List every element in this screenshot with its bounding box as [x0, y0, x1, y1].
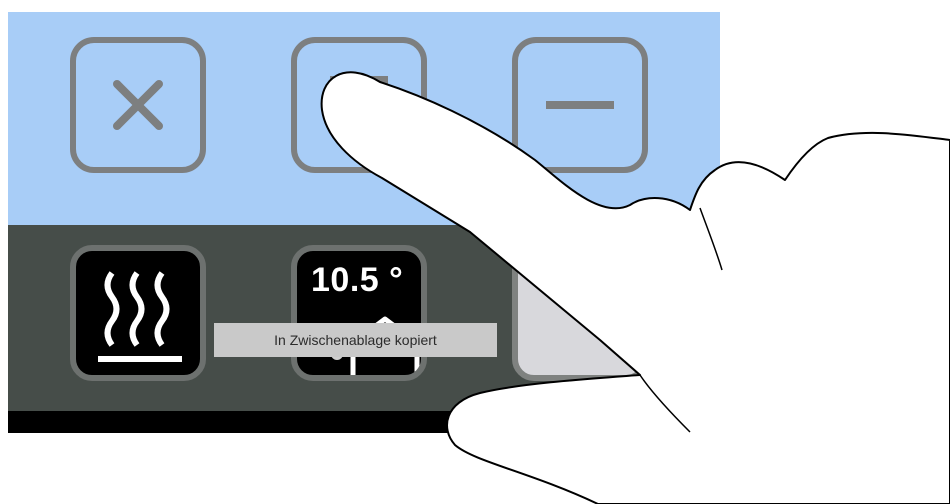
temperature-value: 10.5 ° [311, 261, 404, 299]
home-button[interactable] [795, 287, 925, 411]
close-button[interactable] [70, 37, 206, 173]
heating-tile[interactable] [70, 245, 206, 381]
app-panel: 10.5 ° [8, 12, 720, 433]
maximize-button[interactable] [291, 37, 427, 173]
window-controls-bar [8, 12, 720, 225]
home-icon [822, 309, 898, 389]
light-tile[interactable] [512, 245, 648, 381]
temperature-tile[interactable]: 10.5 ° [291, 245, 427, 381]
minus-icon [546, 101, 614, 109]
clipboard-toast: In Zwischenablage kopiert [214, 323, 497, 357]
bottom-strip [8, 411, 720, 433]
minimize-button[interactable] [512, 37, 648, 173]
heat-waves-icon [98, 271, 182, 362]
close-icon [113, 80, 163, 130]
square-icon [330, 76, 388, 134]
